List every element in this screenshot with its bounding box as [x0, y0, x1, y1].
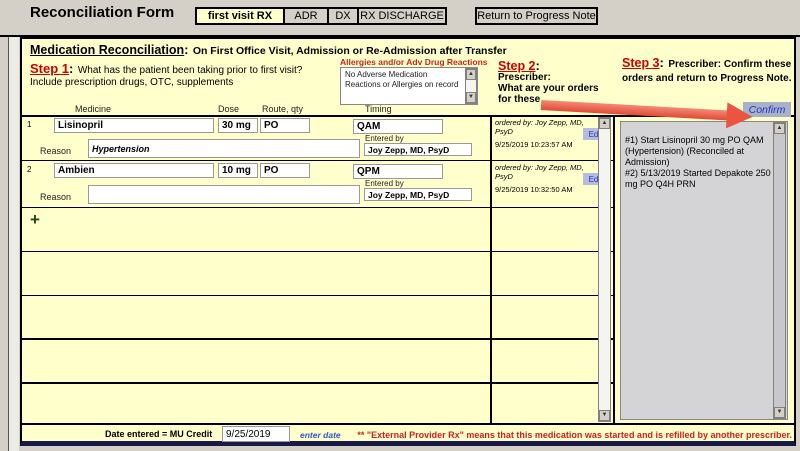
- page-title: Reconciliation Form: [30, 4, 174, 21]
- allergies-text: No Adverse Medication Reactions or Aller…: [345, 70, 458, 89]
- step3-scrollbar[interactable]: ▲ ▼: [773, 122, 786, 419]
- tab-rx-discharge-label: RX DISCHARGE: [360, 10, 444, 22]
- row2-entered-by-label: Entered by: [365, 179, 404, 188]
- step2-scrollbar[interactable]: ▲ ▼: [598, 117, 611, 422]
- external-provider-note: ** "External Provider Rx" means that thi…: [357, 430, 792, 440]
- plus-icon: +: [30, 210, 40, 229]
- step1-header: Step 1: What has the patient been taking…: [30, 62, 335, 89]
- empty-medication-row: [22, 251, 488, 294]
- tab-adr-label: ADR: [294, 10, 317, 22]
- empty-medication-row: [22, 383, 488, 423]
- tab-first-visit-rx-label: first visit RX: [208, 10, 272, 22]
- add-row-button[interactable]: +: [30, 210, 40, 230]
- column-header-medicine: Medicine: [75, 104, 111, 114]
- scroll-up-icon[interactable]: ▲: [599, 118, 610, 129]
- step3-left-divider: [613, 115, 615, 423]
- form-heading-label: Medication Reconciliation: [30, 43, 184, 57]
- step2-header: Step 2: Prescriber: What are your orders…: [498, 60, 612, 105]
- row1-route-input[interactable]: [260, 118, 310, 133]
- order2-timestamp: 9/25/2019 10:32:50 AM: [495, 185, 573, 194]
- enter-date-hint: enter date: [300, 430, 341, 440]
- row-divider: [22, 160, 613, 162]
- allergies-box[interactable]: No Adverse Medication Reactions or Aller…: [340, 67, 478, 105]
- column-header-dose: Dose: [218, 104, 239, 114]
- row2-reason-label: Reason: [40, 192, 71, 202]
- row1-number: 1: [27, 120, 31, 129]
- order2-ordered-by: ordered by: Joy Zepp, MD, PsyD: [495, 164, 597, 181]
- step1-question: What has the patient been taking prior t…: [78, 65, 303, 76]
- row2-reason-input[interactable]: [88, 185, 360, 204]
- step2-left-divider: [490, 115, 492, 423]
- confirmed-orders-text: #1) Start Lisinopril 30 mg PO QAM (Hyper…: [625, 135, 771, 189]
- scroll-up-icon[interactable]: ▲: [466, 69, 476, 80]
- tab-adr[interactable]: ADR: [283, 7, 329, 25]
- row1-medicine-input[interactable]: [54, 118, 214, 133]
- step1-include-note: Include prescription drugs, OTC, supplem…: [30, 77, 335, 89]
- row2-route-input[interactable]: [260, 163, 310, 178]
- left-page-strip: [8, 37, 19, 451]
- date-entered-label: Date entered = MU Credit: [105, 429, 212, 439]
- row2-timing-input[interactable]: [353, 164, 443, 179]
- confirmed-orders-textarea[interactable]: #1) Start Lisinopril 30 mg PO QAM (Hyper…: [620, 121, 788, 420]
- tab-rx-discharge[interactable]: RX DISCHARGE: [357, 7, 447, 25]
- allergies-label: Allergies and/or Adv Drug Reactions: [340, 57, 488, 67]
- row1-dose-input[interactable]: [218, 118, 258, 133]
- row2-dose-input[interactable]: [218, 163, 258, 178]
- column-header-route: Route, qty: [262, 104, 303, 114]
- reconciliation-form-screen: Reconciliation Form first visit RX ADR D…: [0, 0, 800, 451]
- row1-entered-by-label: Entered by: [365, 134, 404, 143]
- return-to-progress-note-button[interactable]: Return to Progress Note: [475, 7, 598, 25]
- allergies-scrollbar[interactable]: ▲ ▼: [465, 68, 477, 104]
- scroll-down-icon[interactable]: ▼: [466, 92, 476, 103]
- return-button-label: Return to Progress Note: [477, 10, 596, 22]
- confirm-button[interactable]: Confirm: [743, 102, 791, 117]
- scroll-up-icon[interactable]: ▲: [774, 123, 785, 134]
- row1-entered-by-input[interactable]: [364, 143, 472, 156]
- scroll-down-icon[interactable]: ▼: [599, 410, 610, 421]
- step3-label: Step 3: [622, 56, 660, 70]
- form-heading-suffix: On First Office Visit, Admission or Re-A…: [193, 45, 507, 57]
- order1-timestamp: 9/25/2019 10:23:57 AM: [495, 140, 573, 149]
- step2-label: Step 2: [498, 59, 536, 73]
- tab-dx-label: DX: [335, 10, 350, 22]
- row2-medicine-input[interactable]: [54, 163, 214, 178]
- table-bottom-border: [20, 423, 796, 425]
- row1-reason-input[interactable]: [88, 139, 360, 158]
- scroll-down-icon[interactable]: ▼: [774, 407, 785, 418]
- tab-dx[interactable]: DX: [327, 7, 359, 25]
- tab-first-visit-rx[interactable]: first visit RX: [195, 7, 285, 25]
- row2-number: 2: [27, 165, 31, 174]
- column-header-timing: Timing: [365, 104, 392, 114]
- step1-label: Step 1: [30, 61, 69, 76]
- row1-timing-input[interactable]: [353, 119, 443, 134]
- row2-entered-by-input[interactable]: [364, 188, 472, 201]
- date-entered-input[interactable]: [222, 426, 290, 442]
- heading-colon: :: [184, 43, 188, 57]
- step3-header: Step 3: Prescriber: Confirm these orders…: [622, 57, 792, 84]
- order1-ordered-by: ordered by: Joy Zepp, MD, PsyD: [495, 119, 597, 136]
- table-top-border: [20, 115, 796, 117]
- row1-reason-label: Reason: [40, 146, 71, 156]
- empty-medication-row: [22, 295, 488, 338]
- row-divider: [22, 207, 613, 209]
- empty-medication-row: [22, 339, 488, 382]
